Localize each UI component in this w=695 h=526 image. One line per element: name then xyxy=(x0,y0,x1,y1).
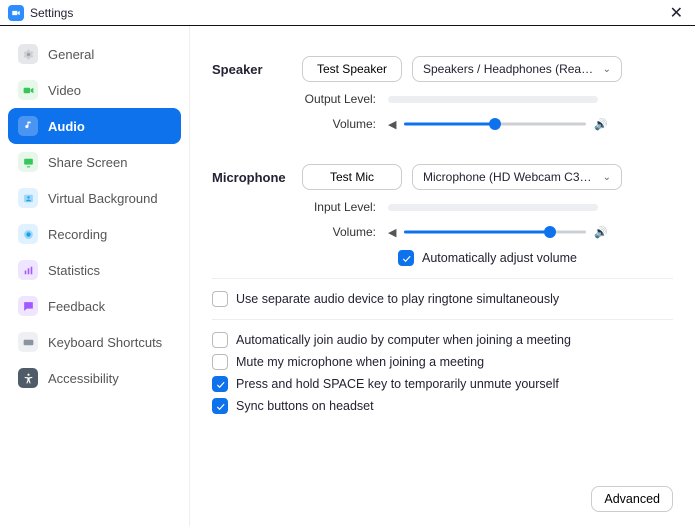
speaker-device-value: Speakers / Headphones (Realtek ... xyxy=(423,62,595,76)
audio-icon xyxy=(18,116,38,136)
auto-adjust-volume-option[interactable]: Automatically adjust volume xyxy=(398,250,673,266)
sidebar-item-label: Virtual Background xyxy=(48,191,158,206)
chevron-down-icon: ⌄ xyxy=(603,64,611,75)
sidebar-item-label: Feedback xyxy=(48,299,105,314)
volume-high-icon: 🔊 xyxy=(594,118,608,131)
audio-settings-panel: Speaker Test Speaker Speakers / Headphon… xyxy=(190,26,695,526)
sidebar-item-audio[interactable]: Audio xyxy=(8,108,181,144)
sidebar-item-accessibility[interactable]: Accessibility xyxy=(8,360,181,396)
separate-ringtone-label: Use separate audio device to play ringto… xyxy=(236,292,559,306)
vbg-icon xyxy=(18,188,38,208)
auto-adjust-label: Automatically adjust volume xyxy=(422,251,577,265)
test-speaker-button[interactable]: Test Speaker xyxy=(302,56,402,82)
sidebar-item-recording[interactable]: Recording xyxy=(8,216,181,252)
input-level-label: Input Level: xyxy=(212,200,388,214)
mic-input-meter xyxy=(388,204,598,211)
sidebar-item-label: Recording xyxy=(48,227,107,242)
test-mic-button[interactable]: Test Mic xyxy=(302,164,402,190)
sidebar-item-general[interactable]: General xyxy=(8,36,181,72)
separate-ringtone-option[interactable]: Use separate audio device to play ringto… xyxy=(212,291,673,307)
feedback-icon xyxy=(18,296,38,316)
speaker-device-dropdown[interactable]: Speakers / Headphones (Realtek ... ⌄ xyxy=(412,56,622,82)
titlebar: Settings ✕ xyxy=(0,0,695,26)
mute-on-join-option[interactable]: Mute my microphone when joining a meetin… xyxy=(212,354,673,370)
sidebar-item-keyboard-shortcuts[interactable]: Keyboard Shortcuts xyxy=(8,324,181,360)
video-icon xyxy=(18,80,38,100)
kbd-icon xyxy=(18,332,38,352)
chevron-down-icon: ⌄ xyxy=(603,172,611,183)
advanced-button[interactable]: Advanced xyxy=(591,486,673,512)
sidebar-item-label: Video xyxy=(48,83,81,98)
mic-device-value: Microphone (HD Webcam C310) xyxy=(423,170,595,184)
mic-volume-label: Volume: xyxy=(212,225,388,239)
mic-device-dropdown[interactable]: Microphone (HD Webcam C310) ⌄ xyxy=(412,164,622,190)
speaker-output-meter xyxy=(388,96,598,103)
sidebar-item-label: Accessibility xyxy=(48,371,119,386)
sync-headset-label: Sync buttons on headset xyxy=(236,399,374,413)
speaker-volume-slider[interactable] xyxy=(404,116,586,132)
volume-low-icon: ◀ xyxy=(388,226,396,239)
auto-join-audio-option[interactable]: Automatically join audio by computer whe… xyxy=(212,332,673,348)
sidebar-item-label: Keyboard Shortcuts xyxy=(48,335,162,350)
close-icon[interactable]: ✕ xyxy=(666,3,687,23)
space-unmute-option[interactable]: Press and hold SPACE key to temporarily … xyxy=(212,376,673,392)
window-title: Settings xyxy=(30,6,73,20)
stats-icon xyxy=(18,260,38,280)
app-icon xyxy=(8,5,24,21)
mic-volume-slider[interactable] xyxy=(404,224,586,240)
sidebar-item-share-screen[interactable]: Share Screen xyxy=(8,144,181,180)
share-icon xyxy=(18,152,38,172)
volume-low-icon: ◀ xyxy=(388,118,396,131)
sidebar-item-label: Share Screen xyxy=(48,155,128,170)
auto-join-label: Automatically join audio by computer whe… xyxy=(236,333,571,347)
sidebar-item-label: Audio xyxy=(48,119,85,134)
sidebar-item-virtual-background[interactable]: Virtual Background xyxy=(8,180,181,216)
sidebar-item-feedback[interactable]: Feedback xyxy=(8,288,181,324)
space-unmute-label: Press and hold SPACE key to temporarily … xyxy=(236,377,559,391)
a11y-icon xyxy=(18,368,38,388)
volume-high-icon: 🔊 xyxy=(594,226,608,239)
sidebar-item-video[interactable]: Video xyxy=(8,72,181,108)
sidebar-item-label: General xyxy=(48,47,94,62)
sidebar-item-label: Statistics xyxy=(48,263,100,278)
output-level-label: Output Level: xyxy=(212,92,388,106)
gear-icon xyxy=(18,44,38,64)
microphone-heading: Microphone xyxy=(212,170,302,185)
sidebar-item-statistics[interactable]: Statistics xyxy=(8,252,181,288)
speaker-heading: Speaker xyxy=(212,62,302,77)
sync-headset-option[interactable]: Sync buttons on headset xyxy=(212,398,673,414)
mute-on-join-label: Mute my microphone when joining a meetin… xyxy=(236,355,484,369)
sidebar: General Video Audio Share Screen Virtual Bac… xyxy=(0,26,190,526)
rec-icon xyxy=(18,224,38,244)
speaker-volume-label: Volume: xyxy=(212,117,388,131)
